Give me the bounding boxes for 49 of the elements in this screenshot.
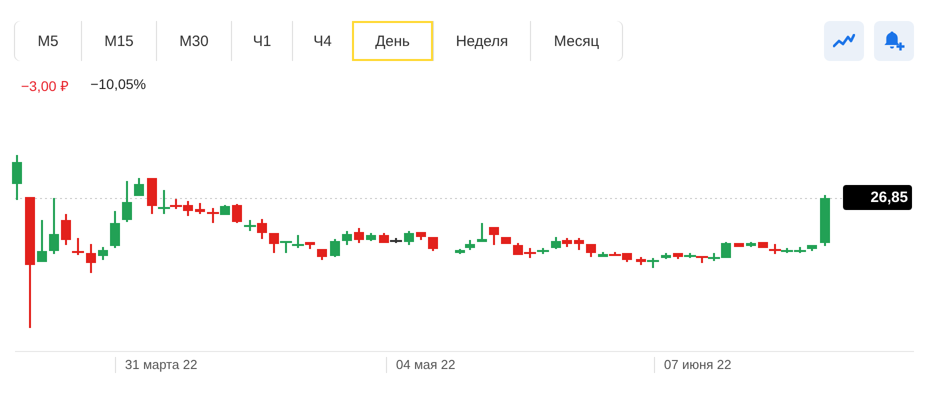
date-label: 31 марта 22 xyxy=(115,357,198,373)
candlestick xyxy=(820,195,830,246)
bell-plus-icon xyxy=(883,30,905,52)
date-label: 07 июня 22 xyxy=(654,357,732,373)
candlestick xyxy=(232,204,242,223)
candlestick xyxy=(746,242,756,247)
candlestick xyxy=(551,237,561,249)
price-change: −10,05% xyxy=(90,76,146,94)
candlestick xyxy=(416,232,426,240)
last-price-label: 26,85 xyxy=(843,185,912,210)
candlestick xyxy=(330,239,340,257)
candlestick xyxy=(110,211,120,248)
candlestick xyxy=(562,238,572,247)
timeframe-tab[interactable]: M30 xyxy=(156,21,231,61)
candlestick xyxy=(489,227,499,245)
candlestick xyxy=(37,220,47,262)
candlestick xyxy=(12,155,22,200)
timeframe-tab[interactable]: Месяц xyxy=(530,21,622,61)
timeframe-tab[interactable]: Неделя xyxy=(433,21,530,61)
candlestick xyxy=(354,228,364,243)
date-label: 04 мая 22 xyxy=(386,357,456,373)
candlestick xyxy=(122,181,132,222)
candlestick xyxy=(86,244,96,273)
candlestick xyxy=(404,231,414,245)
candlestick xyxy=(734,243,744,247)
price-change: −3,00 ₽ xyxy=(21,77,68,96)
line-chart-icon xyxy=(833,34,855,48)
candlestick xyxy=(477,223,487,242)
candlestick xyxy=(586,244,596,257)
timeframe-tab[interactable]: M15 xyxy=(81,21,156,61)
timeframe-tab[interactable]: M5 xyxy=(15,21,81,61)
timeframe-tab[interactable]: Ч1 xyxy=(231,21,292,61)
candlestick xyxy=(342,231,352,245)
candlestick xyxy=(428,237,438,251)
candlestick xyxy=(501,237,511,244)
candlestick xyxy=(661,253,671,259)
candlestick xyxy=(49,198,59,254)
candlestick xyxy=(134,178,144,196)
candlestick xyxy=(98,247,108,260)
timeframe-tab[interactable]: Ч4 xyxy=(292,21,352,61)
candlestick xyxy=(574,238,584,250)
chart-type-button[interactable] xyxy=(824,21,864,61)
candlestick xyxy=(647,258,659,268)
timeframe-tab[interactable]: День xyxy=(352,21,433,61)
add-alert-button[interactable] xyxy=(874,21,914,61)
candlestick xyxy=(513,243,523,255)
candlestick xyxy=(317,249,327,260)
candlestick xyxy=(195,203,205,214)
candlestick xyxy=(366,233,376,241)
